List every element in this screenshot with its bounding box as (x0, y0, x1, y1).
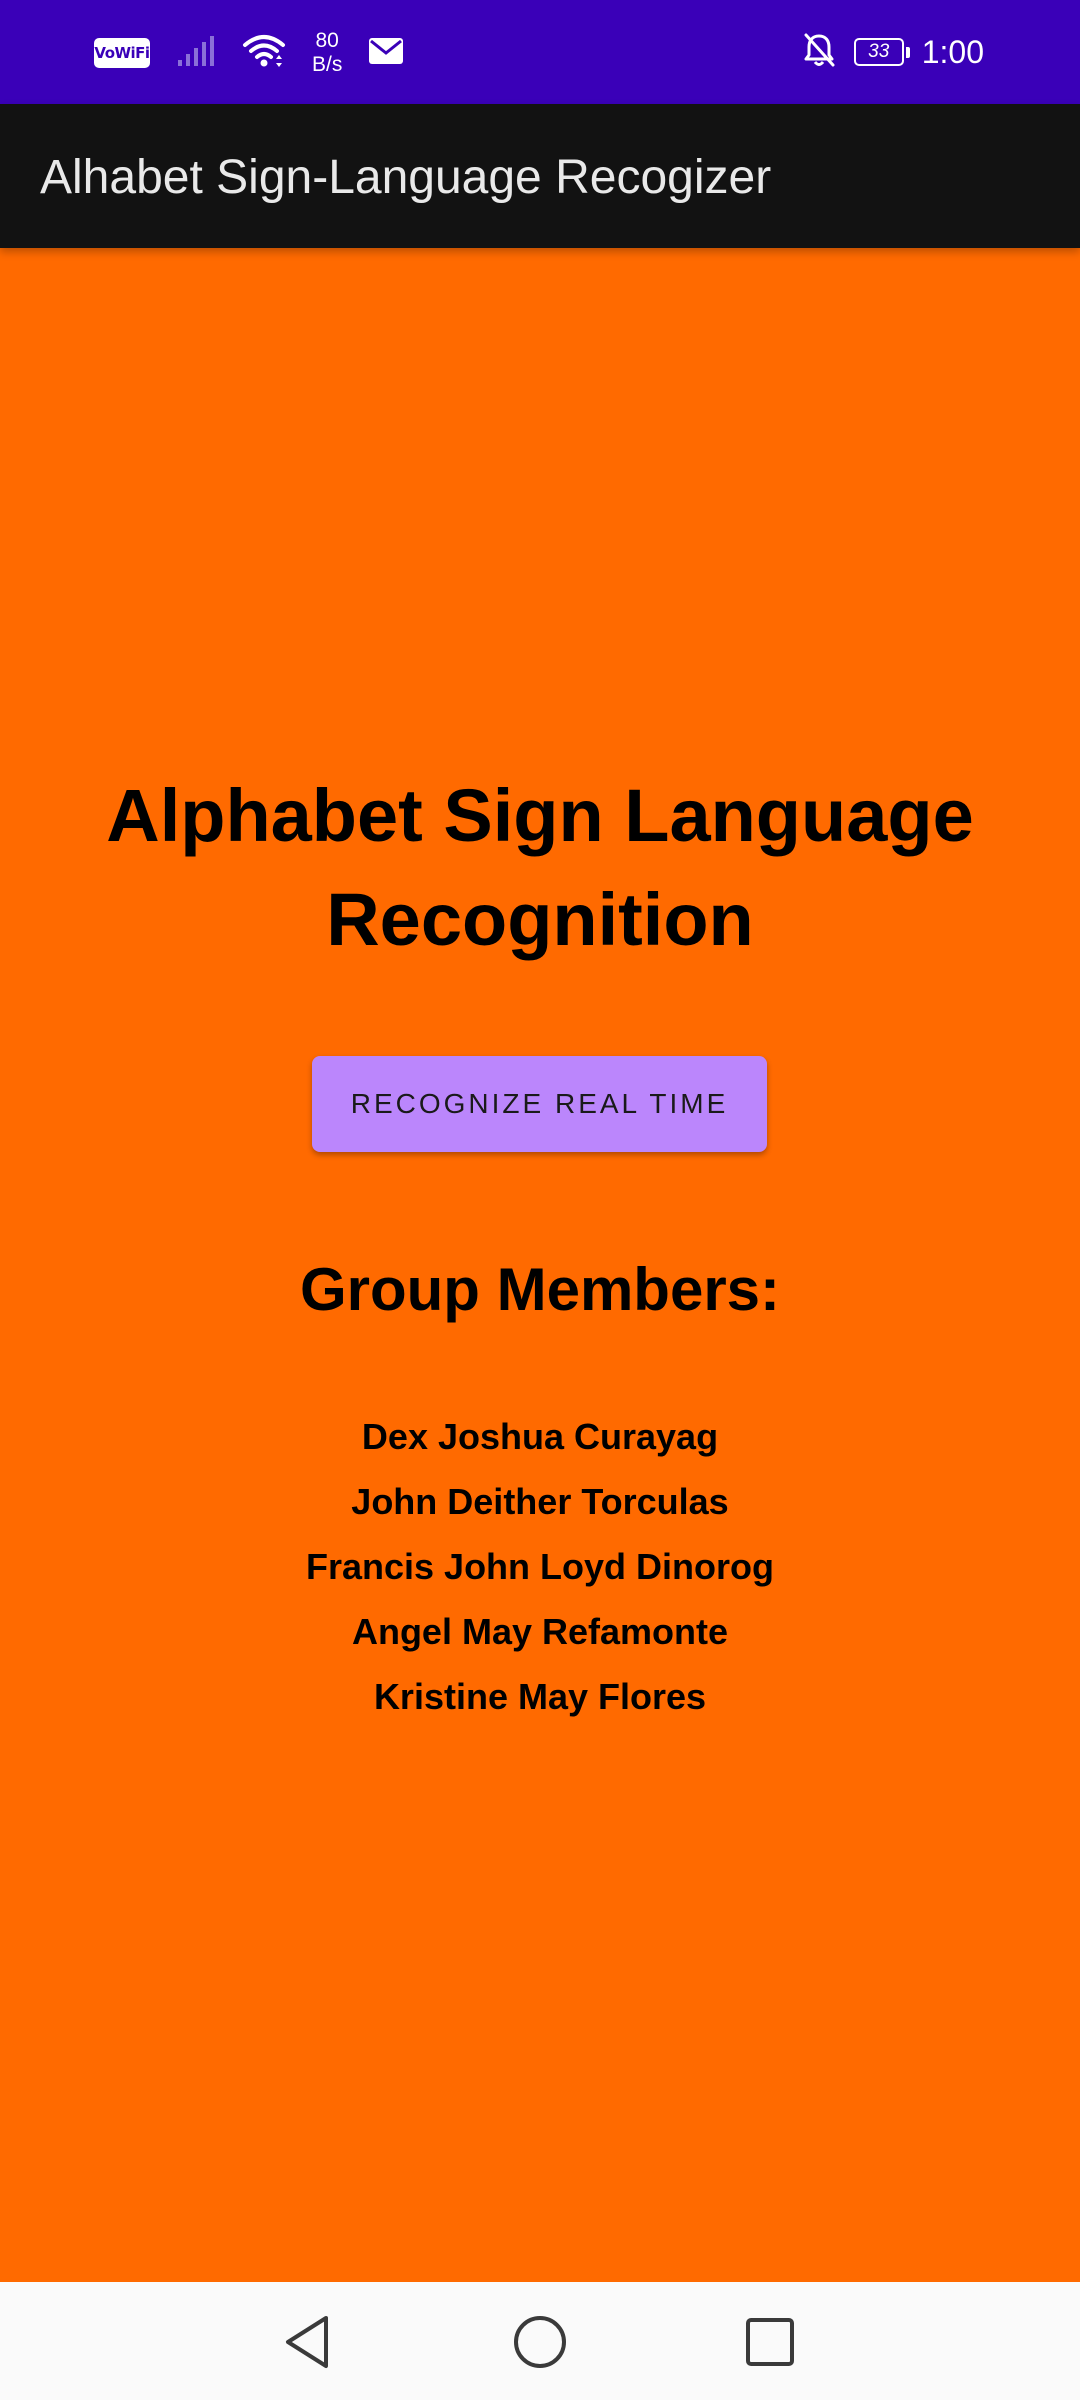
member-item: Angel May Refamonte (351, 1611, 729, 1652)
status-time: 1:00 (921, 33, 984, 70)
status-bar: VoWiFi 80 B/s 33 1:00 (0, 0, 1080, 104)
bell-off-icon (802, 32, 836, 73)
net-speed-unit: B/s (312, 53, 343, 76)
signal-icon (176, 34, 216, 73)
status-bar-left: VoWiFi 80 B/s (94, 28, 404, 78)
net-speed-value: 80 (315, 29, 339, 52)
group-members-heading: Group Members: (299, 1256, 781, 1323)
main-heading: Alphabet Sign Language Recognition (106, 774, 974, 961)
app-bar: Alhabet Sign-Language Recogizer (0, 104, 1080, 248)
member-item: John Deither Torculas (351, 1481, 729, 1522)
app-title: Alhabet Sign-Language Recogizer (40, 151, 772, 204)
home-icon[interactable] (508, 2310, 572, 2374)
wifi-icon (242, 33, 286, 74)
member-item: Kristine May Flores (373, 1676, 707, 1717)
members-list: Dex Joshua Curayag John Deither Torculas… (0, 1404, 1080, 1729)
member-item: Francis John Loyd Dinorog (305, 1546, 775, 1587)
back-icon[interactable] (276, 2310, 340, 2374)
member-item: Dex Joshua Curayag (361, 1416, 719, 1457)
vowifi-icon: VoWiFi (94, 38, 150, 68)
mail-icon (368, 37, 404, 70)
battery-icon: 33 (853, 38, 910, 66)
recents-icon[interactable] (738, 2310, 802, 2374)
net-speed: 80 B/s (312, 29, 342, 77)
navigation-bar (0, 2282, 1080, 2400)
recognize-real-time-button[interactable]: RECOGNIZE REAL TIME (312, 1056, 767, 1152)
status-bar-right: 33 1:00 (802, 27, 984, 77)
